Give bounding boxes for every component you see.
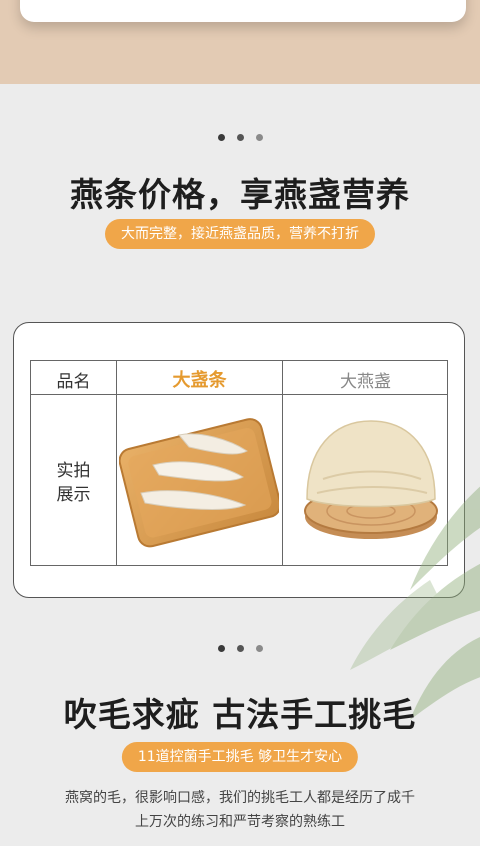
dot-icon: [236, 134, 244, 141]
comparison-table: 品名 大盏条 大燕盏 实拍 展示: [30, 360, 448, 566]
dot-icon: [255, 645, 263, 652]
row-label-line: 展示: [56, 485, 91, 505]
big-nest-photo: [304, 420, 438, 539]
description: 燕窝的毛，很影响口感，我们的挑毛工人都是经历了成千 上万次的练习和严苛考察的熟练…: [40, 786, 440, 834]
description-line: 上万次的练习和严苛考察的熟练工: [135, 814, 345, 830]
subtitle-pill: 11道控菌手工挑毛 够卫生才安心: [121, 742, 359, 772]
header-big-nest: 大燕盏: [340, 372, 391, 392]
section-title: 燕条价格，享燕盏营养: [70, 175, 410, 214]
pagination-dots-1: [0, 134, 480, 141]
table-divider: [31, 394, 447, 395]
header-big-strip: 大盏条: [172, 370, 227, 391]
row-label-line: 实拍: [56, 461, 91, 481]
dot-icon: [217, 134, 225, 141]
pagination-dots-2: [0, 645, 480, 652]
header-product-name: 品名: [56, 372, 91, 392]
subtitle-pill: 大而完整，接近燕盏品质，营养不打折: [105, 219, 375, 249]
description-line: 燕窝的毛，很影响口感，我们的挑毛工人都是经历了成千: [65, 790, 415, 806]
top-card: [20, 0, 466, 22]
dot-icon: [255, 134, 263, 141]
big-strip-photo: [119, 418, 279, 548]
dot-icon: [217, 645, 225, 652]
dot-icon: [236, 645, 244, 652]
section-title: 吹毛求疵 古法手工挑毛: [63, 695, 417, 734]
row-label: 实拍 展示: [31, 459, 116, 507]
